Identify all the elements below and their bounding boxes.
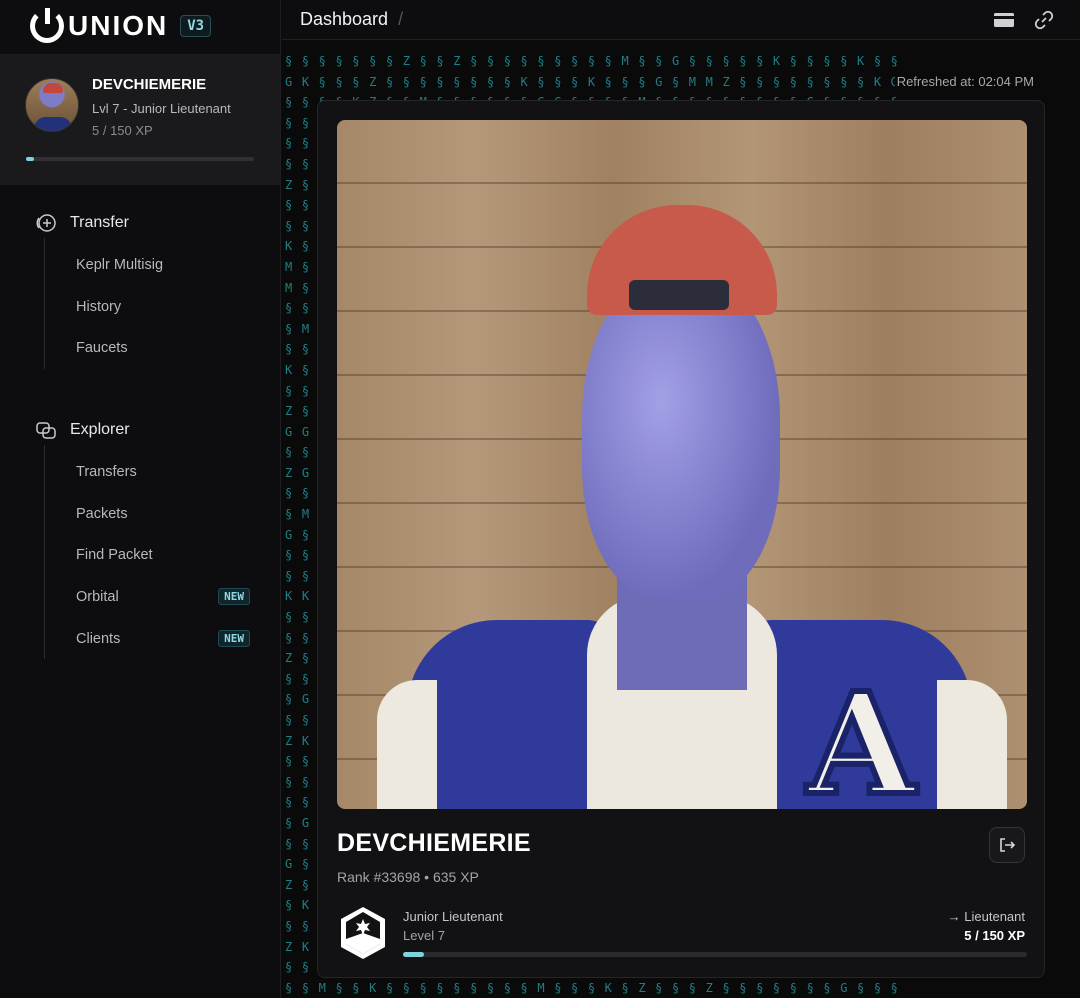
sidebar-item-history[interactable]: History <box>45 286 280 328</box>
nav-head-label: Explorer <box>70 421 130 438</box>
sidebar-item-label: Packets <box>76 505 128 522</box>
breadcrumb-separator: / <box>398 9 404 29</box>
sidebar-item-label: Orbital <box>76 588 119 605</box>
nav-head-transfer[interactable]: Transfer <box>0 208 280 238</box>
top-header: Dashboard / <box>282 0 1080 40</box>
brand[interactable]: UNION V3 <box>0 0 280 52</box>
explorer-list: Transfers Packets Find Packet Orbital NEW… <box>44 445 280 660</box>
profile-card[interactable]: DEVCHIEMERIE Lvl 7 - Junior Lieutenant 5… <box>0 54 280 185</box>
profile-xp-fill <box>26 157 34 161</box>
card-rank-line: Rank #33698 • 635 XP <box>337 869 479 885</box>
matrix-row: §§M§§K§§§§§§§§§M§§§K§Z§§§Z§§§§§§§G§§§ <box>285 980 908 995</box>
wallet-icon[interactable] <box>992 9 1016 31</box>
new-badge: NEW <box>218 630 250 648</box>
sidebar-item-clients[interactable]: Clients NEW <box>45 618 280 660</box>
link-icon[interactable] <box>1032 9 1056 31</box>
art-shape <box>629 280 729 310</box>
card-xp-bar <box>403 952 1027 957</box>
rank-emblem-icon <box>341 907 385 959</box>
sidebar-item-label: Faucets <box>76 340 128 357</box>
union-logo: UNION <box>30 8 169 43</box>
avatar-artwork: A <box>337 120 1027 809</box>
art-shape <box>377 680 437 809</box>
next-rank: → Lieutenant <box>947 909 1025 924</box>
sidebar-item-packets[interactable]: Packets <box>45 493 280 535</box>
new-badge: NEW <box>218 588 250 606</box>
art-shape <box>407 620 617 809</box>
varsity-letter-mark: A <box>804 663 919 809</box>
art-shape <box>582 270 780 600</box>
sidebar-item-label: Keplr Multisig <box>76 256 164 273</box>
header-actions <box>992 9 1056 31</box>
brand-name: UNION <box>68 10 169 41</box>
union-mark-icon <box>30 8 64 43</box>
current-rank: Junior Lieutenant <box>403 909 503 924</box>
art-shape <box>937 680 1007 809</box>
sidebar-item-find-packet[interactable]: Find Packet <box>45 534 280 576</box>
card-username: DEVCHIEMERIE <box>337 829 531 857</box>
sidebar-item-label: Find Packet <box>76 547 153 564</box>
sidebar-item-keplr-multisig[interactable]: Keplr Multisig <box>45 244 280 286</box>
profile-name: DEVCHIEMERIE <box>92 76 207 93</box>
logout-button[interactable] <box>989 827 1025 863</box>
sidebar-item-label: Clients <box>76 630 121 647</box>
nav-head-label: Transfer <box>70 214 129 231</box>
sidebar-item-label: History <box>76 298 122 315</box>
profile-level: Lvl 7 - Junior Lieutenant <box>92 101 231 116</box>
sidebar: UNION V3 DEVCHIEMERIE Lvl 7 - Junior Lie… <box>0 0 281 998</box>
logout-icon <box>1000 838 1016 852</box>
profile-xp-bar <box>26 157 254 161</box>
breadcrumb-dashboard[interactable]: Dashboard <box>300 9 388 30</box>
version-badge: V3 <box>180 15 212 37</box>
sidebar-item-orbital[interactable]: Orbital NEW <box>45 576 280 618</box>
card-xp-fill <box>403 952 424 957</box>
plus-circle-icon <box>34 213 58 233</box>
avatar[interactable] <box>25 78 79 132</box>
refreshed-timestamp: Refreshed at: 02:04 PM <box>894 74 1036 89</box>
profile-xp: 5 / 150 XP <box>92 123 153 138</box>
sidebar-item-transfers[interactable]: Transfers <box>45 451 280 493</box>
transfer-list: Keplr Multisig History Faucets <box>44 238 280 370</box>
explorer-icon <box>34 420 58 440</box>
nav-transfer: Transfer Keplr Multisig History Faucets <box>0 208 280 370</box>
profile-nft-card: A DEVCHIEMERIE Rank #33698 • 635 XP Juni… <box>317 100 1045 978</box>
nav-explorer: Explorer Transfers Packets Find Packet O… <box>0 415 280 660</box>
sidebar-item-faucets[interactable]: Faucets <box>45 327 280 369</box>
xp-progress-text: 5 / 150 XP <box>964 928 1025 943</box>
matrix-row: §§§§§§§Z§§Z§§§§§§§§§M§§G§§§§§K§§§§K§§ <box>285 54 908 68</box>
sidebar-item-label: Transfers <box>76 463 137 480</box>
current-level: Level 7 <box>403 928 445 943</box>
nav-head-explorer[interactable]: Explorer <box>0 415 280 445</box>
